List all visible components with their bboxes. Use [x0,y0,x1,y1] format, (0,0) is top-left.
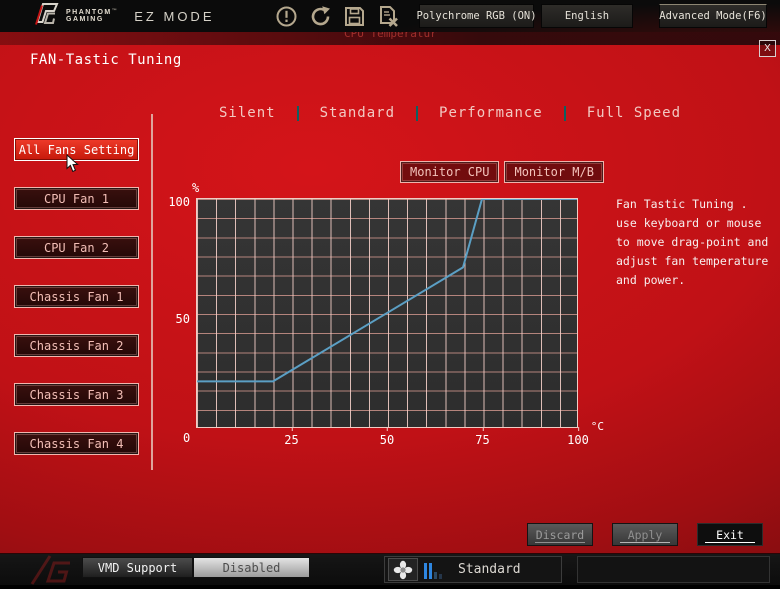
dialog-actions: Discard Apply Exit [527,523,763,546]
brand: PHANTOM™ GAMING EZ MODE [30,1,215,31]
reload-icon[interactable] [309,5,332,28]
exit-button[interactable]: Exit [697,523,763,546]
bottombar-right-panel [577,556,770,583]
advanced-mode-button[interactable]: Advanced Mode(F6) [659,4,767,28]
polychrome-rgb-button[interactable]: Polychrome RGB (ON) [419,4,534,28]
help-text: Fan Tastic Tuning . use keyboard or mous… [616,195,772,290]
cpu-fan-1-button[interactable]: CPU Fan 1 [14,187,139,210]
vmd-support-value[interactable]: Disabled [193,557,310,578]
dialog-title: FAN-Tastic Tuning [30,52,182,68]
chassis-fan-4-button[interactable]: Chassis Fan 4 [14,432,139,455]
save-profile-icon[interactable] [343,5,366,28]
system-alert-icon[interactable] [275,5,298,28]
dialog-top-band: CPU Temperatur [0,32,780,45]
fan-curve-svg [197,199,577,427]
fan-selector-list: All Fans Setting CPU Fan 1 CPU Fan 2 Cha… [14,138,139,481]
apply-button[interactable]: Apply [612,523,678,546]
x-axis-unit-label: °C [591,420,604,433]
x-tick-75: 75 [475,433,489,447]
fan-profile-value: Standard [458,562,521,577]
cpu-fan-2-button[interactable]: CPU Fan 2 [14,236,139,259]
origin-tick-0: 0 [183,431,190,445]
tab-separator [416,106,418,121]
chassis-fan-2-button[interactable]: Chassis Fan 2 [14,334,139,357]
background-cpu-temperature-text: CPU Temperatur [344,32,437,40]
tab-performance[interactable]: Performance [424,105,558,121]
topbar-actions: Polychrome RGB (ON) English Advanced Mod… [275,4,780,28]
phantom-gaming-logo-icon [30,1,60,31]
x-tick-50: 50 [380,433,394,447]
x-tick-25: 25 [284,433,298,447]
monitor-buttons: Monitor CPU Monitor M/B [400,161,609,183]
y-tick-100: 100 [158,195,190,209]
tab-separator [297,106,299,121]
language-button[interactable]: English [541,4,633,28]
phantom-gaming-watermark-icon [18,555,82,589]
vmd-support-label[interactable]: VMD Support [82,557,193,578]
tab-standard[interactable]: Standard [305,105,410,121]
bottombar: VMD Support Disabled Standard [0,553,780,585]
all-fans-setting-button[interactable]: All Fans Setting [14,138,139,161]
tab-separator [564,106,566,121]
trademark: ™ [112,8,119,14]
screen: PHANTOM™ GAMING EZ MODE Polychrome RGB (… [0,0,780,585]
fan-tastic-tuning-dialog: CPU Temperatur X FAN-Tastic Tuning Silen… [0,32,780,553]
fan-curve-plot-area[interactable] [196,198,578,428]
x-tick-100: 100 [567,433,589,447]
vertical-separator [151,114,153,470]
brand-text: PHANTOM™ GAMING [66,9,118,24]
x-axis: 25 50 75 100 [196,433,578,447]
tab-full-speed[interactable]: Full Speed [572,105,696,121]
brand-phantom-label: PHANTOM [66,9,112,16]
fan-level-bars-icon [424,561,444,579]
fan-curve-line [197,199,577,381]
monitor-cpu-button[interactable]: Monitor CPU [400,161,499,183]
fan-status-panel[interactable]: Standard [384,556,562,583]
brand-gaming-label: GAMING [66,16,118,23]
discard-document-icon[interactable] [377,5,400,28]
discard-button[interactable]: Discard [527,523,593,546]
fan-profile-tabs: Silent Standard Performance Full Speed [204,105,696,121]
ez-mode-label: EZ MODE [134,9,214,24]
y-tick-50: 50 [158,312,190,326]
close-button[interactable]: X [759,40,776,57]
monitor-mb-button[interactable]: Monitor M/B [504,161,603,183]
topbar: PHANTOM™ GAMING EZ MODE Polychrome RGB (… [0,0,780,32]
chassis-fan-1-button[interactable]: Chassis Fan 1 [14,285,139,308]
fan-curve-chart: % 100 50 0 °C 25 50 75 100 [196,198,578,428]
y-axis-unit-label: % [192,181,199,195]
fan-icon [388,558,418,581]
chassis-fan-3-button[interactable]: Chassis Fan 3 [14,383,139,406]
tab-silent[interactable]: Silent [204,105,291,121]
